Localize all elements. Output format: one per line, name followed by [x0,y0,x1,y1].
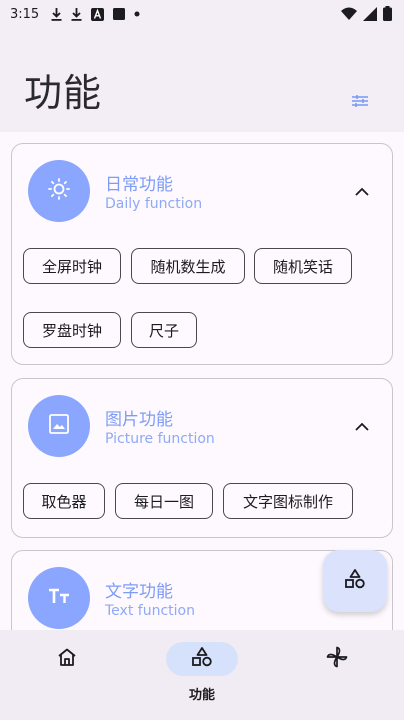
nav-pill [301,642,373,676]
wifi-icon [341,7,357,24]
chip-text-icon-maker[interactable]: 文字图标制作 [223,483,353,519]
card-avatar [28,395,90,457]
card-avatar [28,567,90,629]
collapse-button[interactable] [352,180,372,200]
chip-fullscreen-clock[interactable]: 全屏时钟 [23,248,121,284]
chip-daily-image[interactable]: 每日一图 [115,483,213,519]
nav-pill [31,642,103,676]
nav-item-home[interactable] [27,642,107,706]
status-time: 3:15 [10,6,40,22]
nav-item-more[interactable] [297,642,377,706]
nav-item-functions[interactable]: 功能 [162,642,242,706]
home-icon [57,648,77,670]
download-icon [71,7,82,21]
download-icon [51,7,62,21]
chip-color-picker[interactable]: 取色器 [23,483,105,519]
image-icon [49,414,69,438]
card-title: 文字功能 [105,582,173,602]
signal-icon [363,6,377,25]
card-subtitle: Picture function [105,431,215,447]
square-icon [113,8,126,20]
chip-ruler[interactable]: 尺子 [131,312,197,348]
tune-button[interactable] [350,92,370,112]
status-bar: 3:15 [0,0,404,28]
top-app-bar: 功能 [0,28,404,132]
chevron-up-icon [355,416,369,435]
chevron-up-icon [355,181,369,200]
nav-pill-active [166,642,238,676]
card-title: 日常功能 [105,175,173,195]
battery-icon [383,6,392,25]
chip-random-joke[interactable]: 随机笑话 [254,248,352,284]
bottom-navigation: 功能 [0,630,404,720]
tune-icon [352,93,368,112]
a-box-icon [91,7,105,21]
chip-compass-clock[interactable]: 罗盘时钟 [23,312,121,348]
pinwheel-icon [326,646,348,672]
page-title: 功能 [24,71,103,115]
card-subtitle: Text function [105,603,195,619]
shapes-icon [191,647,213,671]
floating-action-button[interactable] [323,550,387,612]
text-icon [48,588,70,608]
card-picture-function: 图片功能 Picture function 取色器 每日一图 文字图标制作 [11,378,393,538]
card-subtitle: Daily function [105,196,203,212]
card-daily-function: 日常功能 Daily function 全屏时钟 随机数生成 随机笑话 罗盘时钟… [11,143,393,365]
dot-icon [134,11,140,17]
collapse-button[interactable] [352,415,372,435]
chip-random-number[interactable]: 随机数生成 [131,248,245,284]
nav-label: 功能 [188,688,215,703]
card-title: 图片功能 [105,410,173,430]
sun-icon [48,178,70,204]
shapes-icon [344,569,366,593]
card-avatar [28,160,90,222]
